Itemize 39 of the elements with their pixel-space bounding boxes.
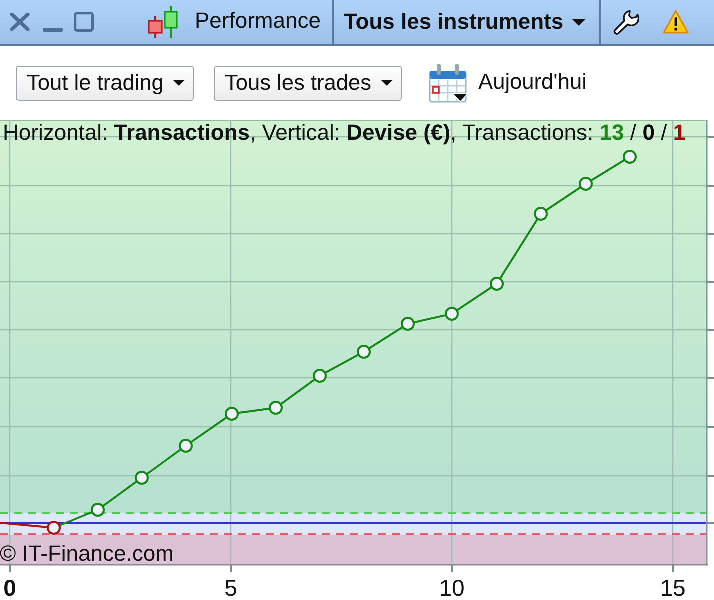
date-button[interactable]: Aujourd'hui — [428, 64, 587, 102]
trade-count: 13 — [600, 120, 624, 145]
filter-dropdown[interactable]: Tous les trades — [214, 66, 402, 100]
data-point — [534, 207, 548, 221]
trade-count: 0 — [642, 120, 655, 145]
x-tick-label: 10 — [439, 575, 465, 600]
x-tick-label: 15 — [660, 575, 686, 600]
caret-icon — [572, 18, 586, 26]
data-point — [313, 369, 327, 383]
data-point — [179, 439, 193, 453]
data-point — [490, 277, 504, 291]
window-title: Performance — [195, 8, 321, 34]
wrench-icon[interactable] — [612, 10, 639, 34]
calendar-icon — [428, 64, 469, 102]
axis-info-text: Horizontal: Transactions, Vertical: Devise (€), Transactions: — [3, 120, 594, 145]
data-point — [269, 401, 283, 415]
candlestick-icon — [148, 6, 178, 38]
data-point — [47, 521, 61, 535]
instrument-dropdown[interactable]: Tous les instruments — [334, 0, 599, 44]
caret-icon — [380, 80, 393, 86]
data-point — [91, 503, 105, 517]
data-point — [225, 407, 239, 421]
warning-icon[interactable] — [662, 10, 689, 34]
close-icon[interactable] — [10, 13, 30, 31]
x-tick-label: 0 — [4, 575, 16, 600]
data-point — [135, 471, 149, 485]
data-point — [579, 177, 593, 191]
x-tick-label: 5 — [224, 575, 238, 600]
data-point — [357, 345, 371, 359]
data-point — [445, 307, 459, 321]
caret-icon — [172, 80, 185, 86]
count-separator: / — [630, 120, 637, 145]
data-point — [401, 317, 415, 331]
count-separator: / — [661, 120, 668, 145]
trade-count: 1 — [673, 120, 686, 145]
copyright-text: © IT-Finance.com — [0, 541, 174, 566]
maximize-icon[interactable] — [74, 12, 94, 32]
data-point — [623, 150, 637, 164]
filter-dropdown[interactable]: Tout le trading — [16, 66, 194, 100]
